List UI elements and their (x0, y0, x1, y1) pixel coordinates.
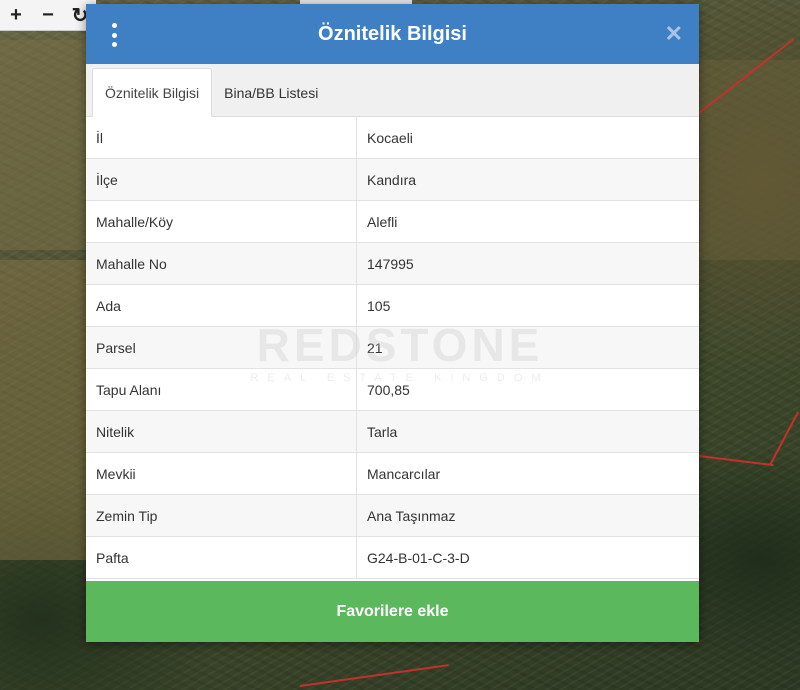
row-key: İlçe (86, 158, 357, 201)
table-row: Mahalle/Köy Alefli (86, 200, 699, 243)
row-value: Alefli (356, 200, 699, 243)
table-row: Ada 105 (86, 284, 699, 327)
row-key: Parsel (86, 326, 357, 369)
row-value: Tarla (356, 410, 699, 453)
attribute-info-modal: Öznitelik Bilgisi ✕ Öznitelik Bilgisi Bi… (86, 4, 699, 642)
map-toolbar: + − ↻ (0, 0, 96, 31)
row-value: 105 (356, 284, 699, 327)
row-value: G24-B-01-C-3-D (356, 536, 699, 579)
row-value: Mancarcılar (356, 452, 699, 495)
row-value: 147995 (356, 242, 699, 285)
table-row: Mahalle No 147995 (86, 242, 699, 285)
row-key: Mahalle/Köy (86, 200, 357, 243)
row-key: Mevkii (86, 452, 357, 495)
row-value: 700,85 (356, 368, 699, 411)
row-value: Kandıra (356, 158, 699, 201)
row-key: Pafta (86, 536, 357, 579)
row-key: İl (86, 117, 357, 159)
row-key: Mahalle No (86, 242, 357, 285)
modal-header: Öznitelik Bilgisi ✕ (86, 4, 699, 64)
map-field-patch (700, 60, 800, 260)
row-value: 21 (356, 326, 699, 369)
attribute-table: İl Kocaeli İlçe Kandıra Mahalle/Köy Alef… (86, 117, 699, 579)
table-row: İl Kocaeli (86, 117, 699, 159)
add-to-favorites-button[interactable]: Favorilere ekle (86, 581, 699, 642)
table-row: Tapu Alanı 700,85 (86, 368, 699, 411)
close-icon[interactable]: ✕ (665, 23, 683, 45)
row-key: Nitelik (86, 410, 357, 453)
tab-attribute-info[interactable]: Öznitelik Bilgisi (92, 68, 213, 117)
zoom-out-button[interactable]: − (32, 0, 64, 30)
table-row: Zemin Tip Ana Taşınmaz (86, 494, 699, 537)
row-key: Ada (86, 284, 357, 327)
table-row: Pafta G24-B-01-C-3-D (86, 536, 699, 579)
tab-bar: Öznitelik Bilgisi Bina/BB Listesi (86, 64, 699, 117)
table-row: Nitelik Tarla (86, 410, 699, 453)
row-key: Zemin Tip (86, 494, 357, 537)
map-field-patch (0, 40, 86, 250)
kebab-menu-icon[interactable] (110, 23, 118, 47)
zoom-in-button[interactable]: + (0, 0, 32, 30)
row-key: Tapu Alanı (86, 368, 357, 411)
map-field-patch (0, 260, 86, 560)
table-row: Parsel 21 (86, 326, 699, 369)
row-value: Ana Taşınmaz (356, 494, 699, 537)
tab-building-list[interactable]: Bina/BB Listesi (212, 69, 330, 116)
modal-title: Öznitelik Bilgisi (318, 22, 467, 45)
row-value: Kocaeli (356, 117, 699, 159)
table-row: İlçe Kandıra (86, 158, 699, 201)
table-row: Mevkii Mancarcılar (86, 452, 699, 495)
